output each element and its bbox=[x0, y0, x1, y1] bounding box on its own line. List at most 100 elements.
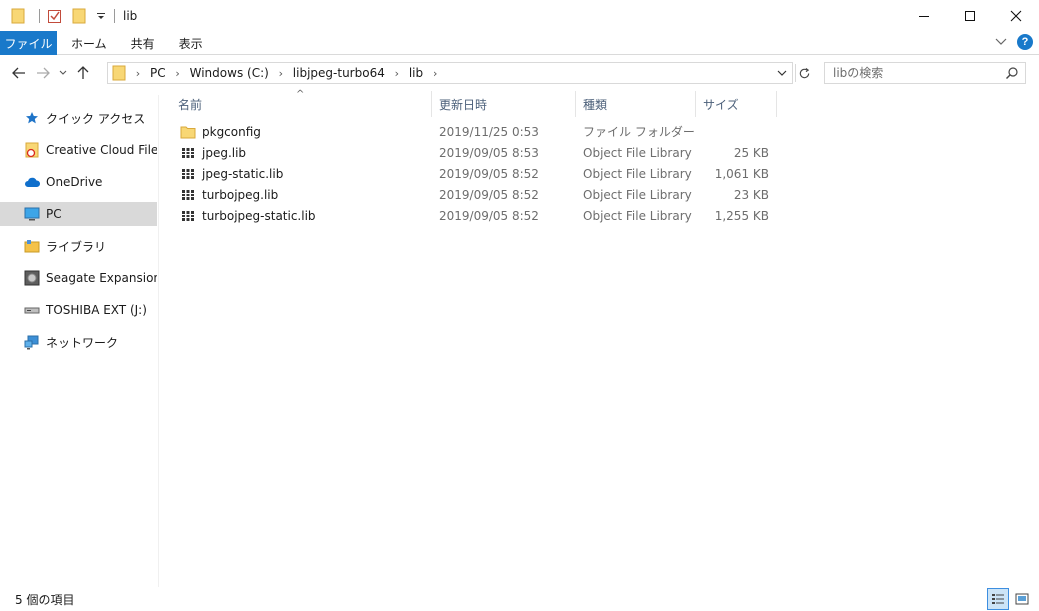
computer-icon bbox=[24, 206, 40, 222]
sidebar-item-label: Seagate Expansion Dr bbox=[46, 271, 157, 285]
file-size: 25 KB bbox=[733, 145, 769, 160]
breadcrumb-item[interactable]: › Windows (C:) bbox=[170, 66, 273, 80]
address-dropdown-icon[interactable] bbox=[774, 65, 790, 81]
breadcrumb-item[interactable]: › libjpeg-turbo64 bbox=[273, 66, 389, 80]
star-icon bbox=[24, 110, 40, 126]
sidebar-item-pc[interactable]: PC bbox=[0, 202, 157, 226]
close-button[interactable] bbox=[993, 0, 1039, 31]
customize-toolbar-icon[interactable] bbox=[94, 7, 108, 25]
breadcrumb-label[interactable]: lib bbox=[405, 66, 427, 80]
tab-home[interactable]: ホーム bbox=[57, 31, 119, 55]
chevron-right-icon[interactable]: › bbox=[427, 67, 443, 80]
new-folder-icon[interactable] bbox=[70, 7, 88, 25]
chevron-right-icon[interactable]: › bbox=[130, 67, 146, 80]
sidebar-item-quick-access[interactable]: クイック アクセス bbox=[0, 106, 157, 130]
sidebar-item-network[interactable]: ネットワーク bbox=[0, 330, 157, 354]
sidebar-item-label: PC bbox=[46, 207, 62, 221]
maximize-button[interactable] bbox=[947, 0, 993, 31]
breadcrumb-item[interactable]: › bbox=[427, 67, 443, 80]
file-name: jpeg.lib bbox=[202, 145, 247, 160]
column-header-label: 更新日時 bbox=[439, 97, 488, 112]
column-header-date[interactable]: 更新日時 bbox=[433, 91, 576, 117]
breadcrumb-label[interactable]: Windows (C:) bbox=[186, 66, 273, 80]
sidebar-item-label: クイック アクセス bbox=[46, 111, 146, 126]
library-icon bbox=[24, 238, 40, 254]
chevron-right-icon[interactable]: › bbox=[389, 67, 405, 80]
large-icons-view-button[interactable] bbox=[1011, 588, 1033, 610]
library-file-icon bbox=[180, 145, 196, 161]
window-controls bbox=[901, 0, 1039, 31]
tab-share[interactable]: 共有 bbox=[119, 31, 167, 55]
navigation-pane: クイック アクセス Creative Cloud Files OneDrive … bbox=[0, 95, 159, 587]
file-type: Object File Library bbox=[583, 208, 692, 223]
title-bar: lib bbox=[0, 0, 1039, 31]
file-row[interactable]: jpeg-static.lib 2019/09/05 8:52 Object F… bbox=[174, 163, 778, 184]
sidebar-item-label: Creative Cloud Files bbox=[46, 143, 157, 157]
drive-icon bbox=[24, 270, 40, 286]
chevron-right-icon[interactable]: › bbox=[273, 67, 289, 80]
file-name: turbojpeg-static.lib bbox=[202, 208, 316, 223]
usb-drive-icon bbox=[24, 302, 40, 318]
recent-locations-button[interactable] bbox=[55, 61, 71, 85]
library-file-icon bbox=[180, 208, 196, 224]
sidebar-item-creative-cloud[interactable]: Creative Cloud Files bbox=[0, 138, 157, 162]
file-type: Object File Library bbox=[583, 166, 692, 181]
column-headers: ^ 名前 更新日時 種類 サイズ bbox=[160, 89, 780, 117]
status-bar: 5 個の項目 bbox=[0, 587, 1039, 611]
file-name: jpeg-static.lib bbox=[202, 166, 284, 181]
file-type: Object File Library bbox=[583, 145, 692, 160]
toolbar-separator bbox=[39, 8, 40, 23]
sidebar-item-seagate[interactable]: Seagate Expansion Dr bbox=[0, 266, 157, 290]
expand-ribbon-icon[interactable] bbox=[993, 34, 1009, 50]
sidebar-item-toshiba[interactable]: TOSHIBA EXT (J:) bbox=[0, 298, 157, 322]
tab-file[interactable]: ファイル bbox=[0, 31, 57, 55]
breadcrumb-label[interactable]: PC bbox=[146, 66, 170, 80]
file-row[interactable]: jpeg.lib 2019/09/05 8:53 Object File Lib… bbox=[174, 142, 778, 163]
search-input[interactable] bbox=[825, 63, 995, 83]
breadcrumb-item[interactable]: › PC bbox=[130, 66, 170, 80]
file-name: pkgconfig bbox=[202, 124, 261, 139]
file-row[interactable]: turbojpeg-static.lib 2019/09/05 8:52 Obj… bbox=[174, 205, 778, 226]
folder-icon bbox=[180, 124, 196, 140]
file-date: 2019/09/05 8:52 bbox=[439, 187, 539, 202]
sidebar-item-label: OneDrive bbox=[46, 175, 103, 189]
file-row[interactable]: pkgconfig 2019/11/25 0:53 ファイル フォルダー bbox=[174, 121, 778, 142]
creative-cloud-folder-icon bbox=[24, 142, 40, 158]
column-header-label: 名前 bbox=[178, 97, 203, 112]
column-header-name[interactable]: 名前 bbox=[172, 91, 432, 117]
file-date: 2019/09/05 8:52 bbox=[439, 166, 539, 181]
sidebar-item-libraries[interactable]: ライブラリ bbox=[0, 234, 157, 258]
chevron-right-icon[interactable]: › bbox=[170, 67, 186, 80]
file-size bbox=[704, 121, 769, 142]
search-icon[interactable] bbox=[1005, 66, 1019, 83]
tab-view[interactable]: 表示 bbox=[167, 31, 215, 55]
view-switcher bbox=[987, 588, 1033, 610]
breadcrumb-label[interactable]: libjpeg-turbo64 bbox=[289, 66, 389, 80]
minimize-button[interactable] bbox=[901, 0, 947, 31]
file-name: turbojpeg.lib bbox=[202, 187, 279, 202]
forward-button[interactable] bbox=[31, 61, 55, 85]
back-button[interactable] bbox=[7, 61, 31, 85]
help-icon[interactable]: ? bbox=[1017, 34, 1033, 50]
column-header-label: 種類 bbox=[583, 97, 608, 112]
file-name-cell: jpeg-static.lib bbox=[180, 163, 283, 184]
network-icon bbox=[24, 334, 40, 350]
refresh-button[interactable] bbox=[795, 64, 813, 82]
column-header-label: サイズ bbox=[703, 97, 739, 112]
breadcrumb-item[interactable]: › lib bbox=[389, 66, 427, 80]
address-bar[interactable]: › PC › Windows (C:) › libjpeg-turbo64 › lib … bbox=[107, 62, 793, 84]
file-type: Object File Library bbox=[583, 187, 692, 202]
large-icons-view-icon bbox=[1015, 593, 1029, 605]
file-name-cell: turbojpeg-static.lib bbox=[180, 205, 316, 226]
details-view-button[interactable] bbox=[987, 588, 1009, 610]
up-button[interactable] bbox=[71, 61, 95, 85]
item-count: 5 個の項目 bbox=[15, 592, 75, 607]
file-name-cell: pkgconfig bbox=[180, 121, 261, 142]
library-file-icon bbox=[180, 187, 196, 203]
file-row[interactable]: turbojpeg.lib 2019/09/05 8:52 Object Fil… bbox=[174, 184, 778, 205]
properties-icon[interactable] bbox=[46, 7, 64, 25]
sidebar-item-onedrive[interactable]: OneDrive bbox=[0, 170, 157, 194]
search-box[interactable] bbox=[824, 62, 1026, 84]
column-header-type[interactable]: 種類 bbox=[577, 91, 696, 117]
column-header-size[interactable]: サイズ bbox=[697, 91, 777, 117]
